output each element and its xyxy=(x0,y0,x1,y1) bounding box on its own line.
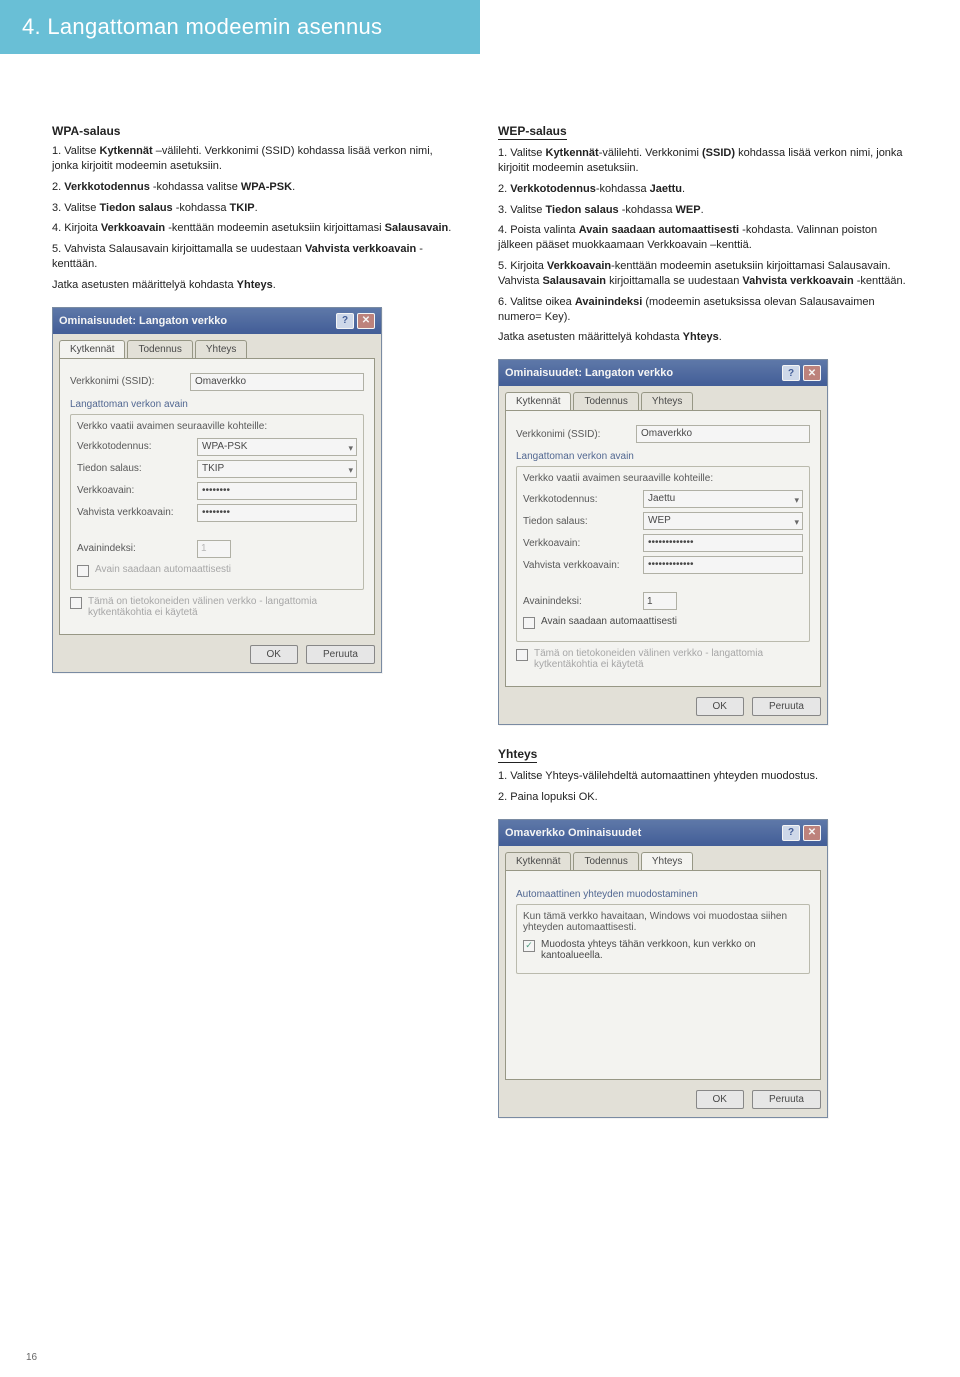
key2-label: Vahvista verkkoavain: xyxy=(523,560,643,571)
tab-todennus[interactable]: Todennus xyxy=(573,392,638,410)
key-input[interactable]: ••••••••••••• xyxy=(643,534,803,552)
wpa-step-2: 2. Verkkotodennus -kohdassa valitse WPA-… xyxy=(52,180,462,195)
auto-connect-checkbox[interactable]: ✓Muodosta yhteys tähän verkkoon, kun ver… xyxy=(523,939,803,961)
tab-kytkennat[interactable]: Kytkennät xyxy=(505,392,571,410)
section-banner: 4. Langattoman modeemin asennus xyxy=(0,0,480,54)
wep-step-1: 1. Valitse Kytkennät-välilehti. Verkkoni… xyxy=(498,146,908,176)
help-icon[interactable]: ? xyxy=(782,825,800,841)
key-label: Verkkoavain: xyxy=(77,485,197,496)
yhteys-dialog-title: Omaverkko Ominaisuudet xyxy=(505,827,641,839)
key-label: Verkkoavain: xyxy=(523,538,643,549)
page-number: 16 xyxy=(26,1352,37,1363)
auto-key-checkbox: Avain saadaan automaattisesti xyxy=(77,564,357,577)
yhteys-step-2: 2. Paina lopuksi OK. xyxy=(498,790,908,805)
group-title: Automaattinen yhteyden muodostaminen xyxy=(516,889,810,900)
wep-dialog-titlebar: Ominaisuudet: Langaton verkko ? ✕ xyxy=(499,360,827,386)
key2-input[interactable]: ••••••••••••• xyxy=(643,556,803,574)
wep-step-4: 4. Poista valinta Avain saadaan automaat… xyxy=(498,223,908,253)
wep-step-5: 5. Kirjoita Verkkoavain-kenttään modeemi… xyxy=(498,259,908,289)
key2-label: Vahvista verkkoavain: xyxy=(77,507,197,518)
tab-yhteys[interactable]: Yhteys xyxy=(641,852,694,870)
cancel-button[interactable]: Peruuta xyxy=(306,645,375,664)
wpa-heading: WPA-salaus xyxy=(52,124,462,138)
key-input[interactable]: •••••••• xyxy=(197,482,357,500)
close-icon[interactable]: ✕ xyxy=(803,825,821,841)
idx-stepper[interactable]: 1 xyxy=(643,592,677,610)
wpa-step-4: 4. Kirjoita Verkkoavain -kenttään modeem… xyxy=(52,221,462,236)
enc-label: Tiedon salaus: xyxy=(77,463,197,474)
close-icon[interactable]: ✕ xyxy=(803,365,821,381)
ok-button[interactable]: OK xyxy=(696,1090,744,1109)
yhteys-step-1: 1. Valitse Yhteys-välilehdeltä automaatt… xyxy=(498,769,908,784)
enc-select[interactable]: WEP xyxy=(643,512,803,530)
group-hint: Kun tämä verkko havaitaan, Windows voi m… xyxy=(523,911,803,933)
auto-key-checkbox[interactable]: Avain saadaan automaattisesti xyxy=(523,616,803,629)
ssid-input[interactable]: Omaverkko xyxy=(636,425,810,443)
wep-step-2: 2. Verkkotodennus-kohdassa Jaettu. xyxy=(498,182,908,197)
idx-label: Avainindeksi: xyxy=(77,543,197,554)
tab-yhteys[interactable]: Yhteys xyxy=(195,340,248,358)
auth-label: Verkkotodennus: xyxy=(523,494,643,505)
wep-step-6: 6. Valitse oikea Avainindeksi (modeemin … xyxy=(498,295,908,325)
yhteys-dialog-titlebar: Omaverkko Ominaisuudet ? ✕ xyxy=(499,820,827,846)
adhoc-checkbox: Tämä on tietokoneiden välinen verkko - l… xyxy=(70,596,364,618)
wep-step-3: 3. Valitse Tiedon salaus -kohdassa WEP. xyxy=(498,203,908,218)
cancel-button[interactable]: Peruuta xyxy=(752,1090,821,1109)
tab-todennus[interactable]: Todennus xyxy=(127,340,192,358)
wep-step-7: Jatka asetusten määrittelyä kohdasta Yht… xyxy=(498,330,908,345)
idx-label: Avainindeksi: xyxy=(523,596,643,607)
group-hint: Verkko vaatii avaimen seuraaville kohtei… xyxy=(523,473,803,484)
auth-select[interactable]: Jaettu xyxy=(643,490,803,508)
wpa-dialog-title: Ominaisuudet: Langaton verkko xyxy=(59,315,227,327)
yhteys-heading: Yhteys xyxy=(498,747,537,763)
tab-kytkennat[interactable]: Kytkennät xyxy=(59,340,125,358)
yhteys-dialog-tabs: Kytkennät Todennus Yhteys xyxy=(499,846,827,870)
idx-stepper: 1 xyxy=(197,540,231,558)
wpa-step-1: 1. Valitse Kytkennät –välilehti. Verkkon… xyxy=(52,144,462,174)
auth-label: Verkkotodennus: xyxy=(77,441,197,452)
wpa-dialog-tabs: Kytkennät Todennus Yhteys xyxy=(53,334,381,358)
tab-kytkennat[interactable]: Kytkennät xyxy=(505,852,571,870)
group-title: Langattoman verkon avain xyxy=(70,399,364,410)
ssid-label: Verkkonimi (SSID): xyxy=(516,429,636,440)
adhoc-checkbox: Tämä on tietokoneiden välinen verkko - l… xyxy=(516,648,810,670)
wpa-dialog-titlebar: Ominaisuudet: Langaton verkko ? ✕ xyxy=(53,308,381,334)
tab-todennus[interactable]: Todennus xyxy=(573,852,638,870)
close-icon[interactable]: ✕ xyxy=(357,313,375,329)
enc-select[interactable]: TKIP xyxy=(197,460,357,478)
ssid-label: Verkkonimi (SSID): xyxy=(70,376,190,387)
yhteys-dialog: Omaverkko Ominaisuudet ? ✕ Kytkennät Tod… xyxy=(498,819,828,1118)
wpa-step-3: 3. Valitse Tiedon salaus -kohdassa TKIP. xyxy=(52,201,462,216)
wpa-step-5: 5. Vahvista Salausavain kirjoittamalla s… xyxy=(52,242,462,272)
ssid-input[interactable]: Omaverkko xyxy=(190,373,364,391)
wep-dialog-title: Ominaisuudet: Langaton verkko xyxy=(505,367,673,379)
wep-dialog-tabs: Kytkennät Todennus Yhteys xyxy=(499,386,827,410)
cancel-button[interactable]: Peruuta xyxy=(752,697,821,716)
help-icon[interactable]: ? xyxy=(782,365,800,381)
group-title: Langattoman verkon avain xyxy=(516,451,810,462)
ok-button[interactable]: OK xyxy=(696,697,744,716)
ok-button[interactable]: OK xyxy=(250,645,298,664)
enc-label: Tiedon salaus: xyxy=(523,516,643,527)
wep-dialog: Ominaisuudet: Langaton verkko ? ✕ Kytken… xyxy=(498,359,828,725)
wpa-step-6: Jatka asetusten määrittelyä kohdasta Yht… xyxy=(52,278,462,293)
help-icon[interactable]: ? xyxy=(336,313,354,329)
wep-heading: WEP-salaus xyxy=(498,124,567,140)
key2-input[interactable]: •••••••• xyxy=(197,504,357,522)
wpa-dialog: Ominaisuudet: Langaton verkko ? ✕ Kytken… xyxy=(52,307,382,673)
auth-select[interactable]: WPA-PSK xyxy=(197,438,357,456)
group-hint: Verkko vaatii avaimen seuraaville kohtei… xyxy=(77,421,357,432)
tab-yhteys[interactable]: Yhteys xyxy=(641,392,694,410)
